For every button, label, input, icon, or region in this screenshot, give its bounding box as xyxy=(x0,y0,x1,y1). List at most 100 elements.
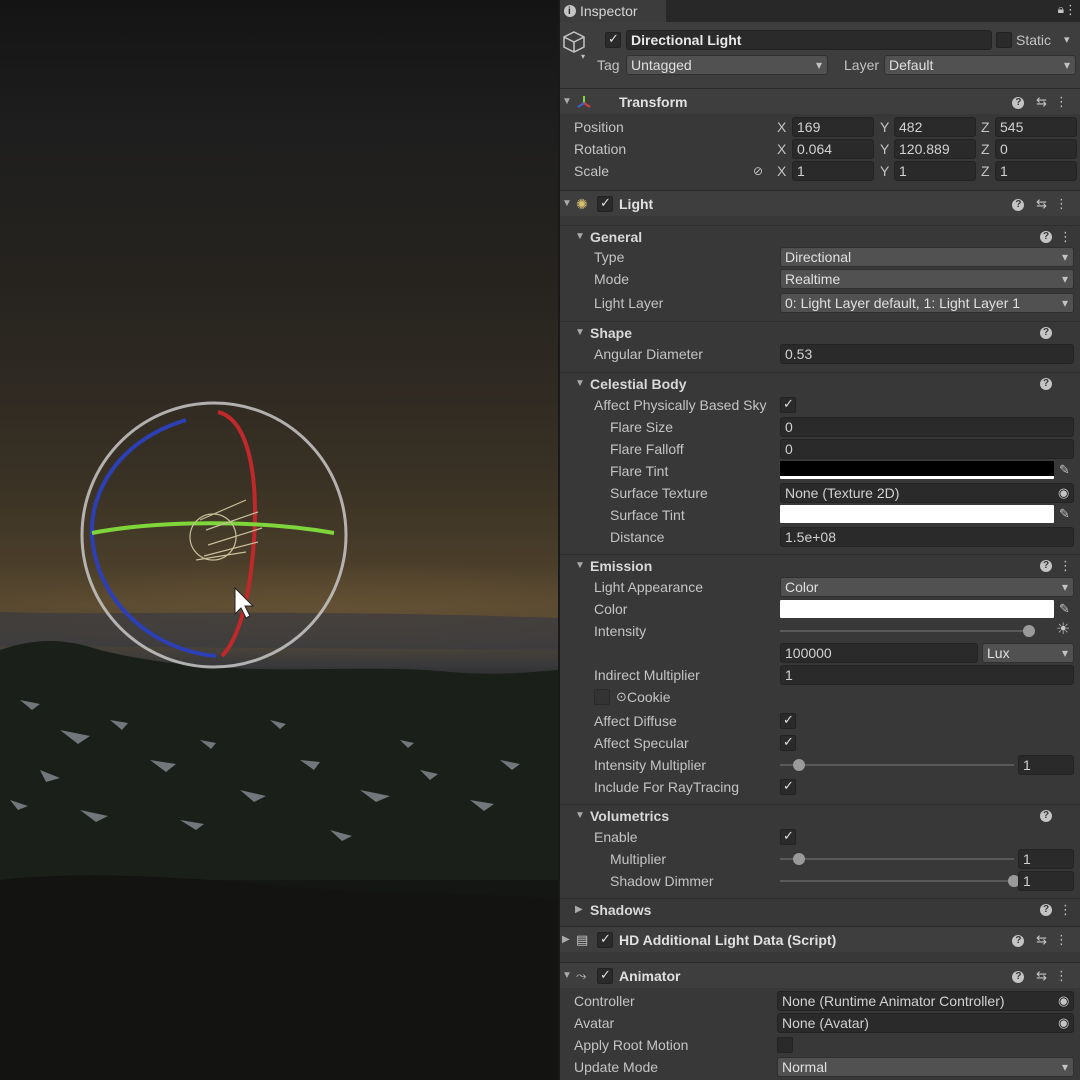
transform-header[interactable]: ▼ Transform ? ⇆⋮ xyxy=(560,88,1080,114)
foldout-arrow-icon[interactable]: ▼ xyxy=(562,92,572,112)
type-dropdown[interactable]: Directional xyxy=(780,247,1074,267)
foldout-arrow-icon[interactable]: ▼ xyxy=(575,556,585,576)
light-appearance-dropdown[interactable]: Color xyxy=(780,577,1074,597)
affect-specular-checkbox[interactable] xyxy=(780,734,796,751)
volumetric-multiplier-field[interactable]: 1 xyxy=(1018,849,1074,869)
position-y-field[interactable]: 482 xyxy=(894,117,976,137)
position-x-field[interactable]: 169 xyxy=(792,117,874,137)
foldout-arrow-icon[interactable]: ▼ xyxy=(575,374,585,394)
intensity-field[interactable]: 100000 xyxy=(780,643,978,663)
cookie-toggle[interactable] xyxy=(594,689,610,705)
object-active-checkbox[interactable] xyxy=(605,31,621,48)
volumetrics-enable-checkbox[interactable] xyxy=(780,828,796,845)
emission-color-swatch[interactable] xyxy=(780,600,1054,618)
foldout-arrow-icon[interactable]: ▼ xyxy=(575,227,585,247)
sun-icon[interactable]: ☀ xyxy=(1056,620,1070,640)
static-checkbox[interactable] xyxy=(996,32,1012,48)
scale-x-field[interactable]: 1 xyxy=(792,161,874,181)
flare-tint-swatch[interactable] xyxy=(780,461,1054,479)
foldout-arrow-icon[interactable]: ▶ xyxy=(562,930,570,950)
more-options-icon[interactable]: ⋮ xyxy=(1064,2,1077,18)
rotation-x-field[interactable]: 0.064 xyxy=(792,139,874,159)
rotation-z-field[interactable]: 0 xyxy=(995,139,1077,159)
volumetrics-section-header[interactable]: ▼ Volumetrics ? xyxy=(560,804,1080,826)
hd-additional-light-data-header[interactable]: ▶ ▤ HD Additional Light Data (Script) ? … xyxy=(560,926,1080,952)
object-picker-icon[interactable]: ◉ xyxy=(1058,1013,1069,1033)
surface-texture-field[interactable]: None (Texture 2D) xyxy=(780,483,1074,503)
component-header-buttons[interactable]: ? ⇆⋮ xyxy=(1012,930,1076,950)
volumetric-multiplier-slider-knob[interactable] xyxy=(792,853,805,865)
rotation-y-field[interactable]: 120.889 xyxy=(894,139,976,159)
affect-sky-checkbox[interactable] xyxy=(780,396,796,413)
help-icon[interactable]: ? xyxy=(1040,327,1052,339)
layer-dropdown[interactable]: Default xyxy=(884,55,1076,75)
constrain-proportions-icon[interactable]: ⊘ xyxy=(753,161,763,181)
foldout-arrow-icon[interactable]: ▼ xyxy=(562,966,572,986)
indirect-multiplier-field[interactable]: 1 xyxy=(780,665,1074,685)
intensity-slider-knob[interactable] xyxy=(1022,625,1035,637)
help-icon[interactable]: ? xyxy=(1040,231,1052,243)
shadow-dimmer-slider-track[interactable] xyxy=(780,880,1014,882)
intensity-slider-track[interactable] xyxy=(780,630,1034,632)
scale-y-field[interactable]: 1 xyxy=(894,161,976,181)
emission-section-header[interactable]: ▼ Emission ? ⋮ xyxy=(560,554,1080,576)
object-picker-icon[interactable]: ◉ xyxy=(1058,483,1069,503)
foldout-arrow-icon[interactable]: ▼ xyxy=(575,806,585,826)
shadow-dimmer-field[interactable]: 1 xyxy=(1018,871,1074,891)
icon-dropdown-arrow[interactable]: ▾ xyxy=(581,52,585,61)
intensity-multiplier-slider-knob[interactable] xyxy=(792,759,805,771)
shape-section-header[interactable]: ▼ Shape ? xyxy=(560,321,1080,343)
foldout-arrow-icon[interactable]: ▼ xyxy=(575,323,585,343)
light-layer-dropdown[interactable]: 0: Light Layer default, 1: Light Layer 1 xyxy=(780,293,1074,313)
foldout-arrow-icon[interactable]: ▶ xyxy=(575,900,583,920)
position-z-field[interactable]: 545 xyxy=(995,117,1077,137)
eyedropper-icon[interactable]: ✎ xyxy=(1059,460,1070,480)
flare-size-field[interactable]: 0 xyxy=(780,417,1074,437)
help-icon[interactable]: ? xyxy=(1040,560,1052,572)
shadows-section-header[interactable]: ▶ Shadows ? ⋮ xyxy=(560,898,1080,920)
animator-enabled-checkbox[interactable] xyxy=(597,967,613,984)
distance-field[interactable]: 1.5e+08 xyxy=(780,527,1074,547)
intensity-unit-dropdown[interactable]: Lux xyxy=(982,643,1074,663)
light-header[interactable]: ▼ ✺ Light ? ⇆⋮ xyxy=(560,190,1080,216)
more-icon[interactable]: ⋮ xyxy=(1059,556,1072,576)
avatar-field[interactable]: None (Avatar) xyxy=(777,1013,1074,1033)
foldout-arrow-icon[interactable]: ▼ xyxy=(562,194,572,214)
tag-dropdown[interactable]: Untagged xyxy=(626,55,828,75)
more-icon[interactable]: ⋮ xyxy=(1059,900,1072,920)
more-icon[interactable]: ⋮ xyxy=(1059,227,1072,247)
eyedropper-icon[interactable]: ✎ xyxy=(1059,504,1070,524)
help-icon[interactable]: ? xyxy=(1040,904,1052,916)
include-raytracing-label: Include For RayTracing xyxy=(594,779,739,795)
update-mode-dropdown[interactable]: Normal xyxy=(777,1057,1074,1077)
intensity-multiplier-field[interactable]: 1 xyxy=(1018,755,1074,775)
component-header-buttons[interactable]: ? ⇆⋮ xyxy=(1012,966,1076,986)
static-dropdown-arrow[interactable]: ▾ xyxy=(1064,30,1070,50)
help-icon[interactable]: ? xyxy=(1040,378,1052,390)
animator-header[interactable]: ▼ ⤳ Animator ? ⇆⋮ xyxy=(560,962,1080,988)
object-picker-icon[interactable]: ◉ xyxy=(1058,991,1069,1011)
general-section-header[interactable]: ▼ General ? ⋮ xyxy=(560,225,1080,247)
affect-diffuse-checkbox[interactable] xyxy=(780,712,796,729)
help-icon[interactable]: ? xyxy=(1040,810,1052,822)
flare-falloff-field[interactable]: 0 xyxy=(780,439,1074,459)
eyedropper-icon[interactable]: ✎ xyxy=(1059,599,1070,619)
object-name-field[interactable]: Directional Light xyxy=(626,30,992,50)
surface-tint-swatch[interactable] xyxy=(780,505,1054,523)
include-raytracing-checkbox[interactable] xyxy=(780,778,796,795)
mode-dropdown[interactable]: Realtime xyxy=(780,269,1074,289)
light-enabled-checkbox[interactable] xyxy=(597,195,613,212)
component-header-buttons[interactable]: ? ⇆⋮ xyxy=(1012,194,1076,214)
celestial-body-section-header[interactable]: ▼ Celestial Body ? xyxy=(560,372,1080,394)
controller-field[interactable]: None (Runtime Animator Controller) xyxy=(777,991,1074,1011)
volumetric-multiplier-slider-track[interactable] xyxy=(780,858,1014,860)
tab-inspector[interactable]: Inspector xyxy=(560,0,666,23)
hd-additional-enabled-checkbox[interactable] xyxy=(597,931,613,948)
scale-z-field[interactable]: 1 xyxy=(995,161,1077,181)
component-header-buttons[interactable]: ? ⇆⋮ xyxy=(1012,92,1076,112)
apply-root-motion-checkbox[interactable] xyxy=(777,1037,793,1053)
angular-diameter-field[interactable]: 0.53 xyxy=(780,344,1074,364)
scene-view[interactable] xyxy=(0,0,558,1080)
script-icon: ▤ xyxy=(576,932,589,947)
intensity-multiplier-slider-track[interactable] xyxy=(780,764,1014,766)
